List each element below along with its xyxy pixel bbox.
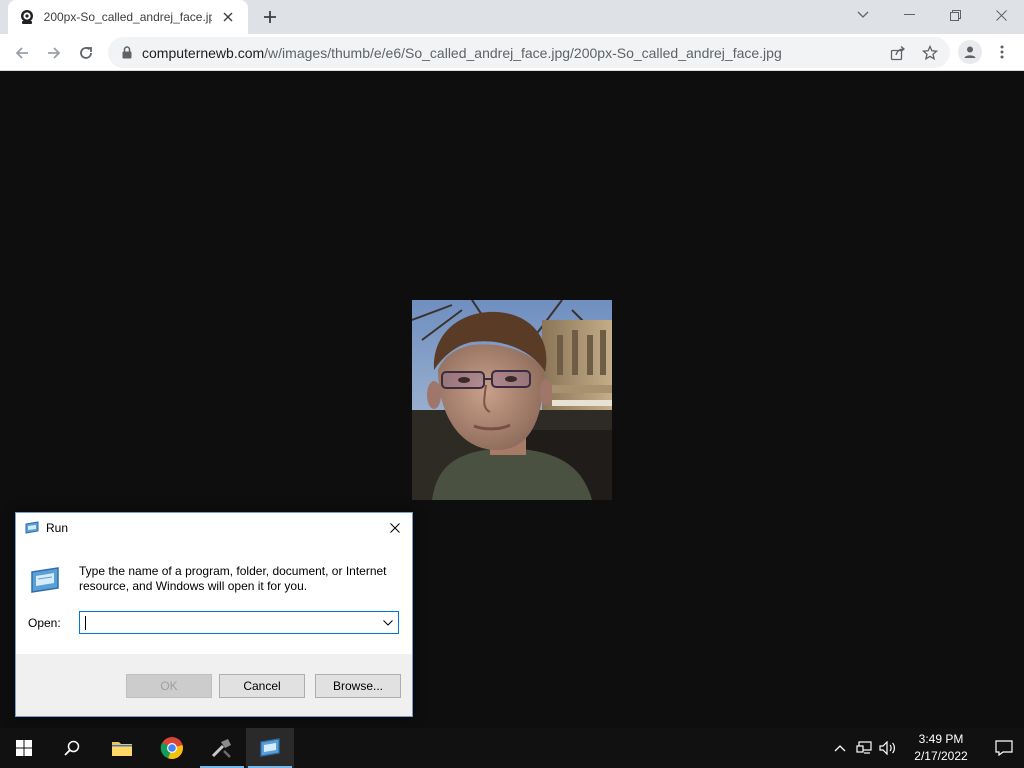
bookmark-star-icon[interactable] [918, 41, 942, 65]
taskbar: 3:49 PM 2/17/2022 [0, 728, 1024, 768]
browser-menu-icon[interactable] [990, 40, 1014, 64]
address-bar[interactable]: computernewb.com/w/images/thumb/e/e6/So_… [108, 37, 950, 68]
back-button[interactable] [8, 39, 36, 67]
taskbar-clock[interactable]: 3:49 PM 2/17/2022 [906, 731, 976, 765]
search-button[interactable] [48, 728, 96, 768]
start-button[interactable] [0, 728, 48, 768]
notification-icon[interactable] [984, 728, 1024, 768]
tab-close-icon[interactable] [218, 7, 238, 27]
browser-tab[interactable]: 200px-So_called_andrej_face.jpg [8, 0, 248, 34]
file-explorer-button[interactable] [98, 728, 146, 768]
run-description: Type the name of a program, folder, docu… [79, 564, 387, 593]
search-icon [64, 740, 80, 756]
tab-search-chevron-icon[interactable] [852, 4, 874, 26]
browse-button[interactable]: Browse... [315, 674, 401, 698]
minimize-button[interactable] [886, 0, 932, 30]
window-controls [886, 0, 1024, 30]
lock-icon[interactable] [112, 46, 142, 59]
forward-button[interactable] [40, 39, 68, 67]
run-dialog-title: Run [46, 520, 69, 535]
restore-button[interactable] [932, 0, 978, 30]
share-icon[interactable] [886, 41, 910, 65]
run-icon [260, 738, 280, 757]
open-label: Open: [28, 616, 61, 630]
run-titlebar[interactable]: Run [16, 513, 412, 542]
run-dialog: Run Type the name of a program, folder, … [15, 512, 413, 717]
chrome-icon [160, 737, 183, 760]
profile-avatar-icon[interactable] [958, 40, 982, 64]
chrome-button[interactable] [148, 728, 196, 768]
clock-date: 2/17/2022 [914, 749, 968, 763]
tab-title: 200px-So_called_andrej_face.jpg [43, 10, 213, 24]
cancel-button[interactable]: Cancel [219, 674, 305, 698]
text-caret [85, 616, 86, 630]
reload-button[interactable] [72, 39, 100, 67]
site-favicon-icon [18, 8, 36, 26]
url-text: computernewb.com/w/images/thumb/e/e6/So_… [142, 45, 782, 61]
run-taskbar-button[interactable] [246, 728, 294, 768]
open-input[interactable] [80, 612, 378, 633]
browser-tabstrip: 200px-So_called_andrej_face.jpg [0, 0, 1024, 34]
system-tray: 3:49 PM 2/17/2022 [828, 728, 1024, 768]
url-path: /w/images/thumb/e/e6/So_called_andrej_fa… [264, 44, 782, 61]
run-program-icon [28, 566, 62, 594]
tool-icon [211, 739, 231, 758]
chevron-down-icon[interactable] [378, 612, 398, 633]
face-photo[interactable] [412, 300, 612, 500]
browser-toolbar: computernewb.com/w/images/thumb/e/e6/So_… [0, 34, 1024, 71]
volume-icon[interactable] [876, 728, 900, 768]
tool-app-button[interactable] [198, 728, 246, 768]
network-icon[interactable] [852, 728, 876, 768]
ok-button[interactable]: OK [126, 674, 212, 698]
run-dialog-body: Type the name of a program, folder, docu… [16, 542, 412, 654]
windows-logo-icon [16, 740, 32, 756]
new-tab-button[interactable] [258, 6, 282, 28]
url-domain: computernewb.com [142, 44, 265, 61]
run-close-button[interactable] [378, 513, 412, 542]
clock-time: 3:49 PM [918, 732, 964, 746]
chevron-up-icon[interactable] [828, 728, 852, 768]
open-combobox[interactable] [79, 611, 399, 634]
run-app-icon [24, 520, 40, 535]
folder-icon [112, 742, 132, 756]
close-window-button[interactable] [978, 0, 1024, 30]
